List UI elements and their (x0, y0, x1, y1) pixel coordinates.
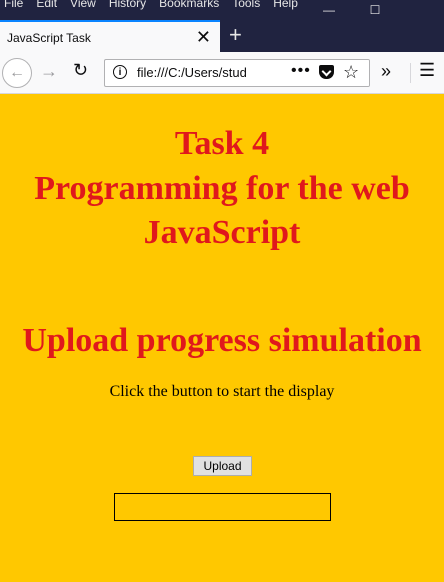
menu-file[interactable]: File (4, 0, 23, 10)
toolbar-separator (410, 63, 411, 83)
heading-course: Programming for the web (34, 170, 410, 207)
menu-history[interactable]: History (109, 0, 146, 10)
page-content: Task 4 Programming for the web JavaScrip… (0, 94, 444, 582)
tab-title: JavaScript Task (7, 31, 91, 45)
page-actions-icon[interactable]: ••• (291, 62, 311, 80)
pocket-icon[interactable] (319, 65, 334, 79)
close-window-icon[interactable] (398, 0, 444, 20)
plus-icon[interactable]: + (229, 23, 242, 47)
menu-edit[interactable]: Edit (36, 0, 57, 10)
menu-bar: File Edit View History Bookmarks Tools H… (0, 0, 444, 20)
heading-task: Task 4 (174, 125, 270, 162)
maximize-icon[interactable]: ☐ (352, 0, 398, 20)
overflow-chevron-icon[interactable]: » (381, 61, 391, 82)
navigation-toolbar: ← → ↻ i file:///C:/Users/stud ••• ☆ » ☰ (0, 52, 444, 94)
heading-language: JavaScript (143, 214, 301, 251)
bookmark-star-icon[interactable]: ☆ (343, 62, 359, 83)
tab-strip: JavaScript Task ✕ + (0, 20, 444, 52)
url-text[interactable]: file:///C:/Users/stud (137, 65, 247, 80)
hamburger-menu-icon[interactable]: ☰ (419, 60, 435, 81)
minimize-icon[interactable]: — (306, 0, 352, 20)
menu-help[interactable]: Help (273, 0, 298, 10)
forward-arrow-icon[interactable]: → (40, 61, 58, 82)
menu-items: File Edit View History Bookmarks Tools H… (4, 0, 298, 10)
info-icon[interactable]: i (113, 65, 127, 79)
menu-view[interactable]: View (70, 0, 96, 10)
tab-javascript-task[interactable]: JavaScript Task ✕ (0, 20, 220, 52)
close-icon[interactable]: ✕ (196, 27, 211, 47)
menu-tools[interactable]: Tools (232, 0, 260, 10)
subheading: Upload progress simulation (22, 322, 422, 359)
back-arrow-icon[interactable]: ← (2, 58, 32, 88)
instruction-text: Click the button to start the display (109, 383, 335, 400)
window-controls: — ☐ (306, 0, 444, 20)
reload-icon[interactable]: ↻ (73, 60, 88, 81)
progress-bar (114, 493, 331, 521)
menu-bookmarks[interactable]: Bookmarks (159, 0, 219, 10)
upload-button[interactable]: Upload (193, 456, 252, 476)
url-bar[interactable]: i file:///C:/Users/stud ••• ☆ (104, 59, 370, 87)
